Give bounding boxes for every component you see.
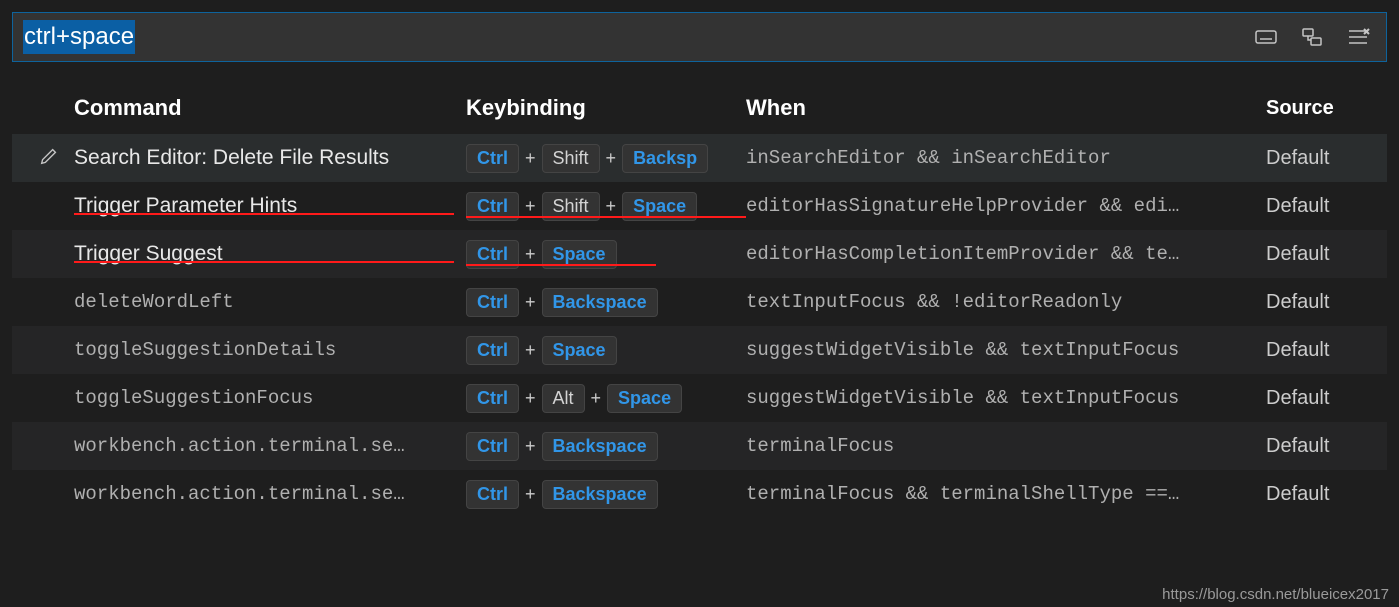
source-cell: Default: [1266, 483, 1387, 506]
table-row[interactable]: deleteWordLeft Ctrl + Backspace textInputFoc…: [12, 278, 1387, 326]
col-when-header[interactable]: When: [746, 95, 1266, 121]
when-cell: inSearchEditor && inSearchEditor: [746, 147, 1266, 169]
search-input-value: ctrl+space: [23, 20, 135, 53]
command-cell: workbench.action.terminal.se…: [74, 483, 466, 505]
key-backspace: Backspace: [542, 480, 658, 509]
command-cell: Trigger Suggest: [74, 242, 466, 266]
keybinding-cell: Ctrl + Space: [466, 336, 746, 365]
table-row[interactable]: workbench.action.terminal.se… Ctrl + Backsp…: [12, 470, 1387, 518]
key-ctrl: Ctrl: [466, 384, 519, 413]
keybinding-cell: Ctrl+Space: [466, 240, 746, 269]
col-keybinding-header[interactable]: Keybinding: [466, 95, 746, 121]
annotation-underline: [466, 216, 746, 218]
key-ctrl: Ctrl: [466, 144, 519, 173]
command-cell: Trigger Parameter Hints: [74, 194, 466, 218]
key-plus: +: [525, 196, 536, 217]
when-cell: terminalFocus: [746, 435, 1266, 457]
when-cell: editorHasCompletionItemProvider && te…: [746, 243, 1266, 265]
command-cell: deleteWordLeft: [74, 291, 466, 313]
keybinding-cell: Ctrl+Shift+Backsp: [466, 144, 746, 173]
source-cell: Default: [1266, 435, 1387, 458]
source-cell: Default: [1266, 195, 1387, 218]
when-cell: suggestWidgetVisible && textInputFocus: [746, 387, 1266, 409]
key-plus: +: [606, 196, 617, 217]
when-cell: textInputFocus && !editorReadonly: [746, 291, 1266, 313]
command-text: workbench.action.terminal.se…: [74, 435, 405, 457]
table-row[interactable]: toggleSuggestionDetails Ctrl + Space suggest…: [12, 326, 1387, 374]
sort-precedence-icon[interactable]: [1298, 23, 1326, 51]
key-plus: +: [606, 148, 617, 169]
key-backsp: Backsp: [622, 144, 708, 173]
annotation-underline: [74, 213, 454, 215]
table-row[interactable]: Trigger SuggestCtrl+SpaceeditorHasComple…: [12, 230, 1387, 278]
command-text: toggleSuggestionFocus: [74, 387, 313, 409]
source-cell: Default: [1266, 339, 1387, 362]
clear-search-icon[interactable]: [1344, 23, 1372, 51]
col-source-header[interactable]: Source: [1266, 97, 1387, 120]
search-bar: ctrl+space: [12, 12, 1387, 62]
key-space: Space: [607, 384, 682, 413]
key-plus: +: [525, 340, 536, 361]
key-plus: +: [525, 484, 536, 505]
table-header: Command Keybinding When Source: [12, 82, 1387, 134]
key-ctrl: Ctrl: [466, 480, 519, 509]
keybinding-cell: Ctrl+Shift+Space: [466, 192, 746, 221]
key-plus: +: [525, 292, 536, 313]
key-ctrl: Ctrl: [466, 432, 519, 461]
when-cell: terminalFocus && terminalShellType ==…: [746, 483, 1266, 505]
table-row[interactable]: toggleSuggestionFocusCtrl+Alt+Spacesugge…: [12, 374, 1387, 422]
command-text: deleteWordLeft: [74, 291, 234, 313]
edit-icon[interactable]: [38, 145, 60, 172]
command-cell: toggleSuggestionFocus: [74, 387, 466, 409]
key-shift: Shift: [542, 144, 600, 173]
keybinding-cell: Ctrl+Alt+Space: [466, 384, 746, 413]
table-row[interactable]: Trigger Parameter HintsCtrl+Shift+Spacee…: [12, 182, 1387, 230]
command-cell: workbench.action.terminal.se…: [74, 435, 466, 457]
key-plus: +: [525, 148, 536, 169]
annotation-underline: [466, 264, 656, 266]
annotation-underline: [74, 261, 454, 263]
col-command-header[interactable]: Command: [74, 95, 466, 121]
source-cell: Default: [1266, 387, 1387, 410]
source-cell: Default: [1266, 243, 1387, 266]
key-plus: +: [525, 388, 536, 409]
table-row[interactable]: workbench.action.terminal.se… Ctrl + Backsp…: [12, 422, 1387, 470]
key-alt: Alt: [542, 384, 585, 413]
key-backspace: Backspace: [542, 432, 658, 461]
when-cell: editorHasSignatureHelpProvider && edi…: [746, 195, 1266, 217]
key-ctrl: Ctrl: [466, 336, 519, 365]
key-space: Space: [542, 336, 617, 365]
when-cell: suggestWidgetVisible && textInputFocus: [746, 339, 1266, 361]
source-cell: Default: [1266, 147, 1387, 170]
key-plus: +: [525, 436, 536, 457]
keybinding-cell: Ctrl + Backspace: [466, 288, 746, 317]
table-row[interactable]: Search Editor: Delete File Results Ctrl + S…: [12, 134, 1387, 182]
search-input[interactable]: ctrl+space: [13, 13, 1252, 61]
command-cell: Search Editor: Delete File Results: [74, 146, 466, 170]
key-plus: +: [591, 388, 602, 409]
keybinding-cell: Ctrl + Backspace: [466, 480, 746, 509]
command-text: toggleSuggestionDetails: [74, 339, 336, 361]
key-plus: +: [525, 244, 536, 265]
command-cell: toggleSuggestionDetails: [74, 339, 466, 361]
command-text: workbench.action.terminal.se…: [74, 483, 405, 505]
keybindings-table: Command Keybinding When Source Search Ed…: [12, 82, 1387, 518]
record-keys-icon[interactable]: [1252, 23, 1280, 51]
command-text: Search Editor: Delete File Results: [74, 146, 389, 169]
keybinding-cell: Ctrl + Backspace: [466, 432, 746, 461]
key-ctrl: Ctrl: [466, 288, 519, 317]
source-cell: Default: [1266, 291, 1387, 314]
key-backspace: Backspace: [542, 288, 658, 317]
search-actions: [1252, 23, 1386, 51]
